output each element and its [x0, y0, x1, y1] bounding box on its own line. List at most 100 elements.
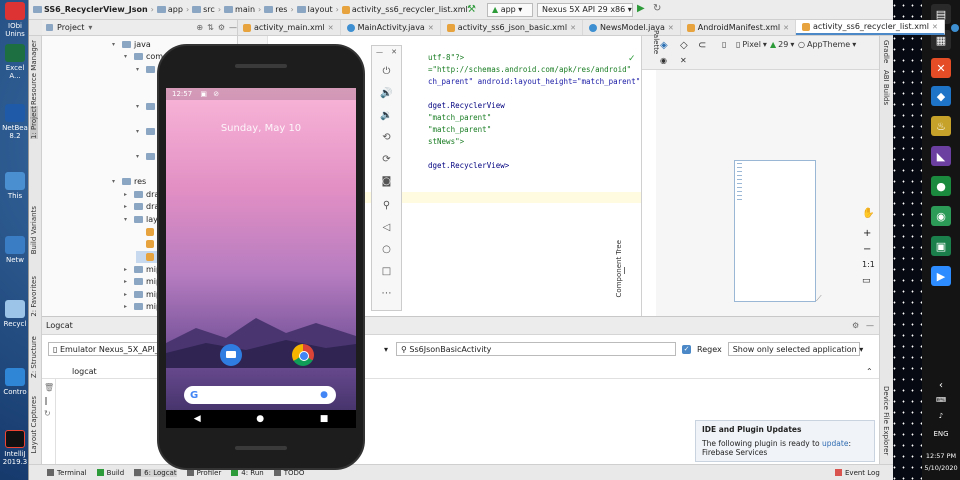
magnet-icon[interactable]: ⊂ [698, 40, 706, 51]
expand-arrow-icon[interactable]: ▾ [124, 216, 131, 223]
refresh-icon[interactable]: ↻ [653, 3, 661, 14]
back-icon[interactable]: ◀ [194, 414, 201, 424]
expand-arrow-icon[interactable]: ▸ [124, 191, 131, 198]
log-level-select[interactable]: ▾ [380, 342, 390, 356]
gear-icon[interactable]: ⚙ [218, 23, 225, 32]
build-tab[interactable]: Build [96, 469, 124, 477]
assistant-icon[interactable]: ● [320, 390, 328, 400]
home-icon[interactable]: ○ [372, 244, 401, 255]
chevron-left-icon[interactable]: ‹ [922, 380, 960, 391]
update-link[interactable]: update [822, 439, 848, 448]
rotate-left-icon[interactable]: ⟲ [372, 132, 401, 143]
project-view-select[interactable]: Project [57, 23, 84, 32]
expand-arrow-icon[interactable]: ▸ [124, 303, 131, 310]
chrome-app-icon[interactable] [292, 344, 314, 366]
logcat-tab[interactable]: 6: Logcat [134, 468, 177, 477]
palette-tab[interactable]: Palette [652, 30, 660, 54]
rotate-right-icon[interactable]: ⟳ [372, 154, 401, 165]
close-icon[interactable]: ✕ [428, 24, 434, 32]
close-icon[interactable]: ✕ [328, 24, 334, 32]
event-log-tab[interactable]: Event Log [835, 469, 880, 477]
target-icon[interactable]: ⊕ [196, 23, 203, 32]
expand-arrow-icon[interactable]: ▾ [124, 53, 131, 60]
desktop-icon-network[interactable]: Netw [2, 236, 28, 264]
structure-tab[interactable]: Z: Structure [30, 336, 38, 378]
project-tab[interactable]: 1: Project [30, 106, 38, 139]
tab-json-basic[interactable]: activity_ss6_json_basic.xml ✕ [441, 20, 583, 35]
minimize-icon[interactable]: — [866, 321, 874, 330]
desktop-icon-this-pc[interactable]: This [2, 172, 28, 200]
hammer-icon[interactable]: ⚒ [467, 4, 476, 15]
zoom-out-icon[interactable]: − [863, 244, 871, 255]
plugin-update-notification[interactable]: IDE and Plugin Updates The following plu… [695, 420, 875, 462]
overview-icon[interactable]: □ [372, 266, 401, 277]
breadcrumb-layout[interactable]: layout [308, 5, 333, 14]
eye-icon[interactable]: ◉ [660, 56, 667, 65]
breadcrumb-file[interactable]: activity_ss6_recycler_list.xml [352, 5, 468, 14]
run-config-select[interactable]: ▲ app ▾ [487, 3, 533, 17]
messages-app-icon[interactable] [220, 344, 242, 366]
desktop-icon-excel[interactable]: Excel A... [2, 44, 28, 80]
layers-icon[interactable]: ◈ [660, 40, 668, 51]
expand-arrow-icon[interactable]: ▾ [136, 128, 143, 135]
logcat-filter-input[interactable]: ⚲ Ss6JsonBasicActivity [396, 342, 676, 356]
breadcrumb-res[interactable]: res [275, 5, 287, 14]
desktop-icon-intellij[interactable]: IntelliJ 2019.3 [2, 430, 28, 466]
blueprint-icon[interactable]: ◇ [680, 40, 688, 51]
desktop-icon-netbeans[interactable]: NetBea 8.2 [2, 104, 28, 140]
volume-up-icon[interactable]: 🔊 [372, 88, 401, 99]
pause-icon[interactable]: ‖ [44, 396, 53, 405]
tab-li[interactable]: Li [945, 20, 960, 35]
design-canvas[interactable]: ⟋ ✋ + − 1:1 ▭ [656, 70, 880, 316]
zoom-fit-icon[interactable]: 1:1 [862, 260, 875, 269]
resource-manager-tab[interactable]: Resource Manager [30, 40, 38, 105]
trash-icon[interactable]: 🗑 [44, 383, 54, 392]
api-select[interactable]: ▲ 29 ▾ [770, 40, 794, 49]
close-icon[interactable]: ✕ [570, 24, 576, 32]
home-icon[interactable]: ● [256, 414, 264, 424]
minimize-icon[interactable]: — [372, 48, 401, 56]
tab-main-activity[interactable]: MainActivity.java ✕ [341, 20, 441, 35]
build-variants-tab[interactable]: Build Variants [30, 206, 38, 254]
expand-arrow-icon[interactable]: ▸ [124, 291, 131, 298]
device-select[interactable]: ▯ Pixel ▾ [736, 40, 767, 49]
overview-icon[interactable]: ■ [320, 414, 329, 424]
zoom-in-icon[interactable]: + [863, 228, 871, 239]
expand-arrow-icon[interactable]: ▾ [136, 153, 143, 160]
device-select[interactable]: Nexus 5X API 29 x86 ▾ [537, 3, 633, 17]
cross-icon[interactable]: ✕ [680, 56, 687, 65]
breadcrumb-project[interactable]: SS6_RecyclerView_Json [44, 5, 148, 14]
vscode-icon[interactable]: ◆ [931, 86, 951, 106]
desktop-icon-recycle[interactable]: Recycl [2, 300, 28, 328]
minimize-icon[interactable]: — [229, 23, 237, 32]
abi-builds-tab[interactable]: ABI Builds [882, 70, 890, 105]
desktop-icon-control[interactable]: Contro [2, 368, 28, 396]
pan-hand-icon[interactable]: ✋ [862, 208, 874, 219]
tree-item[interactable]: ▾ res [112, 176, 146, 189]
layout-preview[interactable] [734, 160, 816, 302]
resize-handle-icon[interactable]: ⟋ [816, 294, 822, 304]
breadcrumb-main[interactable]: main [235, 5, 255, 14]
back-icon[interactable]: ◁ [372, 222, 401, 233]
expand-arrow-icon[interactable]: ▸ [124, 266, 131, 273]
chevron-up-icon[interactable]: ⌃ [866, 367, 873, 376]
terminal-tab[interactable]: Terminal [47, 469, 87, 477]
orientation-icon[interactable]: ▯ [722, 40, 726, 49]
logcat-device-select[interactable]: ▯ Emulator Nexus_5X_API_29_x [48, 342, 178, 356]
volume-down-icon[interactable]: 🔉 [372, 110, 401, 121]
theme-select[interactable]: ○ AppTheme ▾ [798, 40, 856, 49]
keyboard-icon[interactable]: ⌨ [922, 396, 960, 404]
layout-captures-tab[interactable]: Layout Captures [30, 396, 38, 454]
collapse-icon[interactable]: ⇅ [207, 23, 214, 32]
run-icon[interactable]: ▶ [637, 3, 645, 14]
tab-manifest[interactable]: AndroidManifest.xml ✕ [681, 20, 797, 35]
maps-icon[interactable]: ◉ [931, 206, 951, 226]
volume-icon[interactable]: ♪ [922, 412, 960, 420]
camera-icon[interactable]: ◙ [372, 176, 401, 187]
component-tree-tab[interactable]: Component Tree [615, 240, 623, 297]
google-search-bar[interactable]: G ● [184, 386, 336, 404]
more-icon[interactable]: ⋯ [372, 288, 401, 299]
expand-arrow-icon[interactable]: ▸ [124, 203, 131, 210]
phone-screen[interactable]: 12:57 ▣ ⊘ Sunday, May 10 G ● ◀ ● ■ [166, 88, 356, 428]
favorites-tab[interactable]: 2: Favorites [30, 276, 38, 317]
